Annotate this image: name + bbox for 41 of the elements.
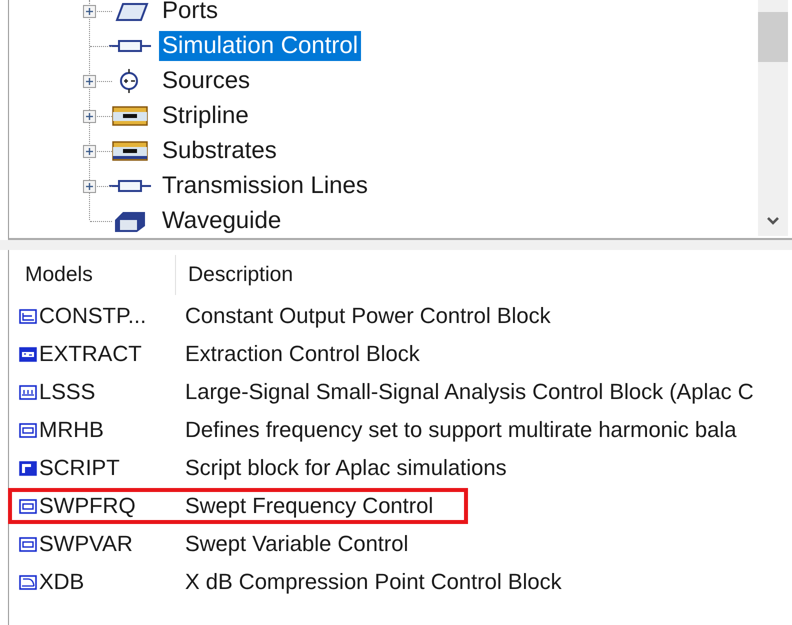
model-description: X dB Compression Point Control Block: [185, 569, 562, 595]
expand-icon[interactable]: [83, 110, 96, 123]
block-icon: [19, 536, 37, 552]
model-name: SCRIPT: [38, 455, 121, 481]
expand-icon[interactable]: [83, 5, 96, 18]
block-icon: [19, 308, 37, 324]
tree-item[interactable]: Sources: [159, 66, 254, 96]
scrollbar-thumb[interactable]: [758, 12, 788, 62]
block-icon: [19, 498, 37, 514]
tree-item[interactable]: Transmission Lines: [159, 170, 371, 200]
expand-icon[interactable]: [83, 180, 96, 193]
block-icon: [19, 422, 37, 438]
scroll-down-icon[interactable]: [766, 216, 780, 226]
tree-item[interactable]: Stripline: [159, 100, 252, 130]
model-description: Extraction Control Block: [185, 341, 420, 367]
block-icon: [19, 460, 37, 476]
tree-item[interactable]: Ports: [159, 0, 222, 26]
model-description: Swept Frequency Control: [185, 493, 434, 519]
expand-icon[interactable]: [83, 75, 96, 88]
model-description: Large-Signal Small-Signal Analysis Control Block (Aplac C: [185, 379, 754, 405]
model-name: SWPFRQ: [38, 493, 137, 519]
model-description: Script block for Aplac simulations: [185, 455, 507, 481]
tree-item[interactable]: Substrates: [159, 136, 280, 166]
model-name: XDB: [38, 569, 86, 595]
expand-icon[interactable]: [83, 145, 96, 158]
model-description: Defines frequency set to support multirate harmonic bala: [185, 417, 737, 443]
model-name: LSSS: [38, 379, 96, 405]
model-description: Swept Variable Control: [185, 531, 408, 557]
model-name: SWPVAR: [38, 531, 134, 557]
scrollbar[interactable]: [758, 0, 788, 236]
model-name: EXTRACT: [38, 341, 143, 367]
tree-item[interactable]: Simulation Control: [159, 30, 362, 60]
model-name: MRHB: [38, 417, 105, 443]
block-icon: [19, 574, 37, 590]
tree-item[interactable]: Waveguide: [159, 206, 284, 236]
block-icon: [19, 384, 37, 400]
column-header[interactable]: Models: [9, 263, 175, 287]
column-header[interactable]: Description: [176, 263, 294, 287]
block-icon: [19, 346, 37, 362]
model-name: CONSTP...: [38, 303, 148, 329]
model-description: Constant Output Power Control Block: [185, 303, 551, 329]
